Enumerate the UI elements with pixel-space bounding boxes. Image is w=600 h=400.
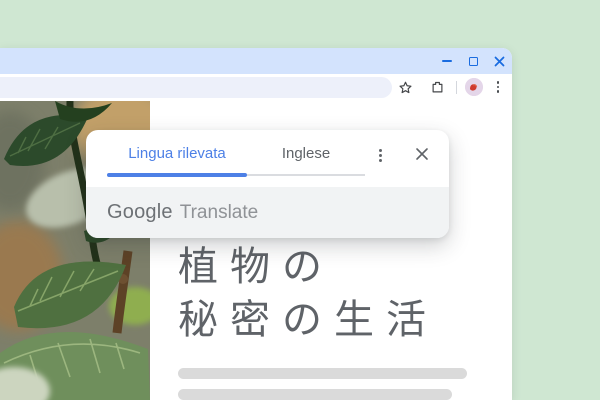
heading-line-2: 秘密の生活: [178, 294, 438, 347]
maximize-button[interactable]: [465, 53, 481, 69]
translate-tabs: Lingua rilevata Inglese: [86, 130, 449, 187]
extensions-button[interactable]: [428, 78, 446, 96]
minimize-icon: [442, 60, 452, 62]
toolbar-separator: [456, 81, 457, 94]
active-tab-indicator: [107, 173, 247, 177]
heading-line-1: 植物の: [178, 241, 438, 294]
translate-close-button[interactable]: [413, 145, 431, 163]
browser-toolbar: [0, 74, 512, 101]
profile-avatar: [465, 78, 483, 96]
popup-close-icon: [415, 147, 429, 161]
maximize-icon: [469, 57, 478, 66]
profile-avatar-button[interactable]: [465, 78, 483, 96]
tab-detected-language[interactable]: Lingua rilevata: [107, 130, 247, 177]
close-icon: [494, 56, 505, 67]
close-window-button[interactable]: [491, 53, 507, 69]
bookmark-star-icon: [398, 80, 413, 95]
browser-menu-button[interactable]: [491, 78, 505, 96]
skeleton-text-bar: [178, 389, 452, 400]
tab-english[interactable]: Inglese: [247, 130, 365, 177]
minimize-button[interactable]: [439, 53, 455, 69]
translate-brand-bar: Google Translate: [86, 187, 449, 238]
translate-popup: Lingua rilevata Inglese Google Translate: [86, 130, 449, 238]
address-bar[interactable]: [0, 77, 392, 98]
skeleton-text-bar: [178, 368, 467, 379]
inactive-tab-underline: [247, 174, 365, 176]
menu-kebab-icon: [497, 81, 500, 93]
options-kebab-icon: [379, 149, 382, 162]
translate-product-text: Translate: [180, 202, 259, 224]
translate-options-button[interactable]: [373, 144, 387, 166]
page-heading: 植物の 秘密の生活: [178, 241, 438, 347]
window-titlebar: [0, 48, 512, 74]
bookmark-star-button[interactable]: [396, 78, 414, 96]
google-logo-text: Google: [107, 201, 173, 224]
extensions-icon: [430, 80, 445, 95]
window-controls: [439, 48, 507, 74]
